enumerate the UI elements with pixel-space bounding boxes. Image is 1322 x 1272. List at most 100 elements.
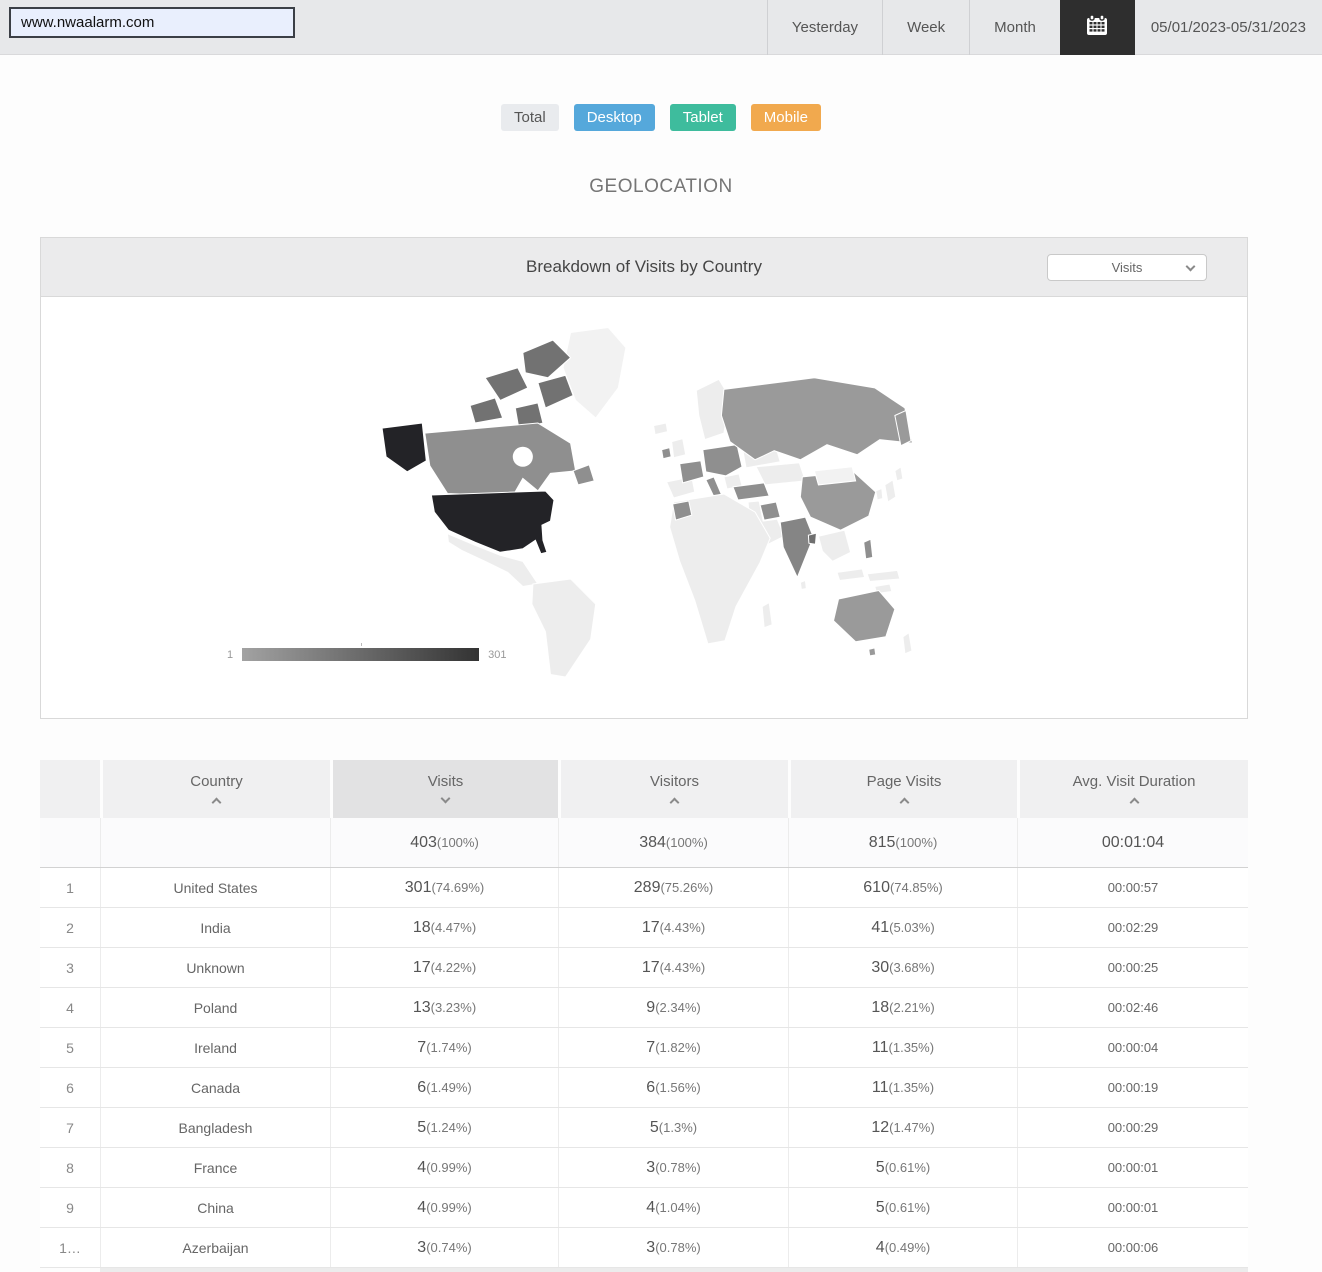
country-poland-germany[interactable] (702, 444, 743, 477)
map-panel-header: Breakdown of Visits by Country Visits (41, 238, 1247, 297)
visitors-cell: 3 (0.78%) (558, 1228, 788, 1267)
visitors-value: 17 (641, 958, 660, 976)
tasmania (868, 647, 877, 657)
pages-pct: (0.61%) (884, 1200, 931, 1215)
yesterday-button[interactable]: Yesterday (766, 0, 882, 55)
visits-pct: (0.99%) (426, 1200, 472, 1215)
central-asia (755, 462, 807, 486)
filter-mobile[interactable]: Mobile (750, 104, 821, 131)
visitors-value: 4 (646, 1198, 656, 1216)
rank-cell: 1… (59, 1239, 81, 1256)
visitors-value: 17 (641, 918, 660, 936)
country-cell: Ireland (100, 1028, 330, 1067)
duration-cell: 00:00:57 (1017, 868, 1248, 907)
week-button[interactable]: Week (882, 0, 969, 55)
header-visitors[interactable]: Visitors (558, 760, 788, 818)
visitors-pct: (1.04%) (655, 1200, 701, 1215)
sort-asc-icon[interactable] (669, 797, 680, 807)
table-row[interactable]: 1… Azerbaijan 3 (0.74%) 3 (0.78%) 4 (0.49%)… (40, 1228, 1248, 1268)
visits-pct: (1.74%) (426, 1040, 472, 1055)
rank-cell: 6 (66, 1079, 74, 1096)
pages-cell: 12 (1.47%) (788, 1108, 1017, 1147)
visits-cell: 4 (0.99%) (330, 1188, 558, 1227)
header-country[interactable]: Country (100, 760, 330, 818)
filter-tablet[interactable]: Tablet (669, 104, 736, 131)
visits-pct: (74.69%) (431, 880, 485, 895)
map-panel-title: Breakdown of Visits by Country (526, 257, 762, 276)
rank-cell: 5 (66, 1039, 74, 1056)
totals-visits-value: 403 (410, 833, 437, 851)
calendar-button[interactable] (1059, 0, 1135, 55)
country-australia[interactable] (832, 589, 896, 643)
header-visits[interactable]: Visits (330, 760, 558, 818)
visitors-pct: (75.26%) (660, 880, 714, 895)
visitors-cell: 4 (1.04%) (558, 1188, 788, 1227)
country-bangladesh[interactable] (807, 532, 817, 545)
header-page-visits[interactable]: Page Visits (788, 760, 1017, 818)
rank-cell: 4 (66, 999, 74, 1016)
table-row[interactable]: 4 Poland 13 (3.23%) 9 (2.34%) 18 (2.21%) 00… (40, 988, 1248, 1028)
filter-desktop[interactable]: Desktop (573, 104, 655, 131)
pages-pct: (1.47%) (889, 1120, 935, 1135)
country-iceland (652, 422, 669, 436)
header-duration[interactable]: Avg. Visit Duration (1017, 760, 1248, 818)
chevron-down-icon (1185, 261, 1196, 272)
visits-cell: 6 (1.49%) (330, 1068, 558, 1107)
visitors-pct: (1.82%) (655, 1040, 701, 1055)
top-toolbar: Yesterday Week Month 05/01/2023-05/31/20… (0, 0, 1322, 55)
country-japan (884, 479, 897, 503)
pages-pct: (3.68%) (889, 960, 935, 975)
country-france[interactable] (679, 460, 705, 484)
table-row[interactable]: 7 Bangladesh 5 (1.24%) 5 (1.3%) 12 (1.47%) … (40, 1108, 1248, 1148)
duration-cell: 00:00:19 (1017, 1068, 1248, 1107)
filter-total[interactable]: Total (501, 104, 559, 131)
visitors-value: 3 (646, 1158, 656, 1176)
southeast-asia (817, 529, 852, 562)
visitors-pct: (1.56%) (655, 1080, 701, 1095)
duration-cell: 00:02:46 (1017, 988, 1248, 1027)
sort-asc-icon[interactable] (899, 797, 909, 807)
country-cell: United States (100, 868, 330, 907)
visits-value: 7 (417, 1038, 427, 1056)
visitors-pct: (0.78%) (655, 1160, 701, 1175)
country-ireland[interactable] (661, 447, 672, 460)
header-visits-label: Visits (427, 772, 464, 790)
country-canada[interactable] (424, 422, 577, 497)
month-button[interactable]: Month (969, 0, 1060, 55)
table-row[interactable]: 9 China 4 (0.99%) 4 (1.04%) 5 (0.61%) 00:00… (40, 1188, 1248, 1228)
country-russia[interactable] (720, 377, 914, 461)
pages-value: 41 (871, 918, 890, 936)
visits-cell: 17 (4.22%) (330, 948, 558, 987)
visits-value: 4 (417, 1158, 427, 1176)
table-row[interactable]: 2 India 18 (4.47%) 17 (4.43%) 41 (5.03%) 00… (40, 908, 1248, 948)
rank-cell: 3 (66, 959, 74, 976)
rank-cell: 9 (66, 1199, 74, 1216)
table-row[interactable]: 1 United States 301 (74.69%) 289 (75.26%) … (40, 868, 1248, 908)
table-row[interactable]: 3 Unknown 17 (4.22%) 17 (4.43%) 30 (3.68%) … (40, 948, 1248, 988)
visitors-cell: 5 (1.3%) (558, 1108, 788, 1147)
country-united-states[interactable] (430, 490, 555, 555)
totals-visitors-value: 384 (639, 833, 666, 851)
visitors-value: 6 (646, 1078, 656, 1096)
table-row[interactable]: 6 Canada 6 (1.49%) 6 (1.56%) 11 (1.35%) 00:… (40, 1068, 1248, 1108)
indonesia (836, 568, 866, 582)
visitors-cell: 7 (1.82%) (558, 1028, 788, 1067)
table-row[interactable]: 8 France 4 (0.99%) 3 (0.78%) 5 (0.61%) 00:0… (40, 1148, 1248, 1188)
pages-value: 30 (871, 958, 890, 976)
table-row[interactable]: 5 Ireland 7 (1.74%) 7 (1.82%) 11 (1.35%) 00… (40, 1028, 1248, 1068)
rank-cell: 8 (66, 1159, 74, 1176)
sort-asc-icon[interactable] (211, 797, 222, 807)
sort-asc-icon[interactable] (1129, 797, 1139, 807)
pages-pct: (1.35%) (888, 1040, 935, 1055)
country-uk (671, 438, 687, 459)
country-india[interactable] (779, 516, 814, 579)
country-korea (875, 487, 884, 501)
url-input[interactable] (9, 7, 295, 38)
sort-desc-icon[interactable] (440, 793, 451, 803)
pages-pct: (5.03%) (889, 920, 935, 935)
totals-rank (40, 818, 100, 867)
visits-value: 6 (417, 1078, 427, 1096)
metric-dropdown[interactable]: Visits (1047, 254, 1207, 281)
visits-pct: (3.23%) (430, 1000, 477, 1015)
country-usa-alaska[interactable] (381, 422, 427, 473)
